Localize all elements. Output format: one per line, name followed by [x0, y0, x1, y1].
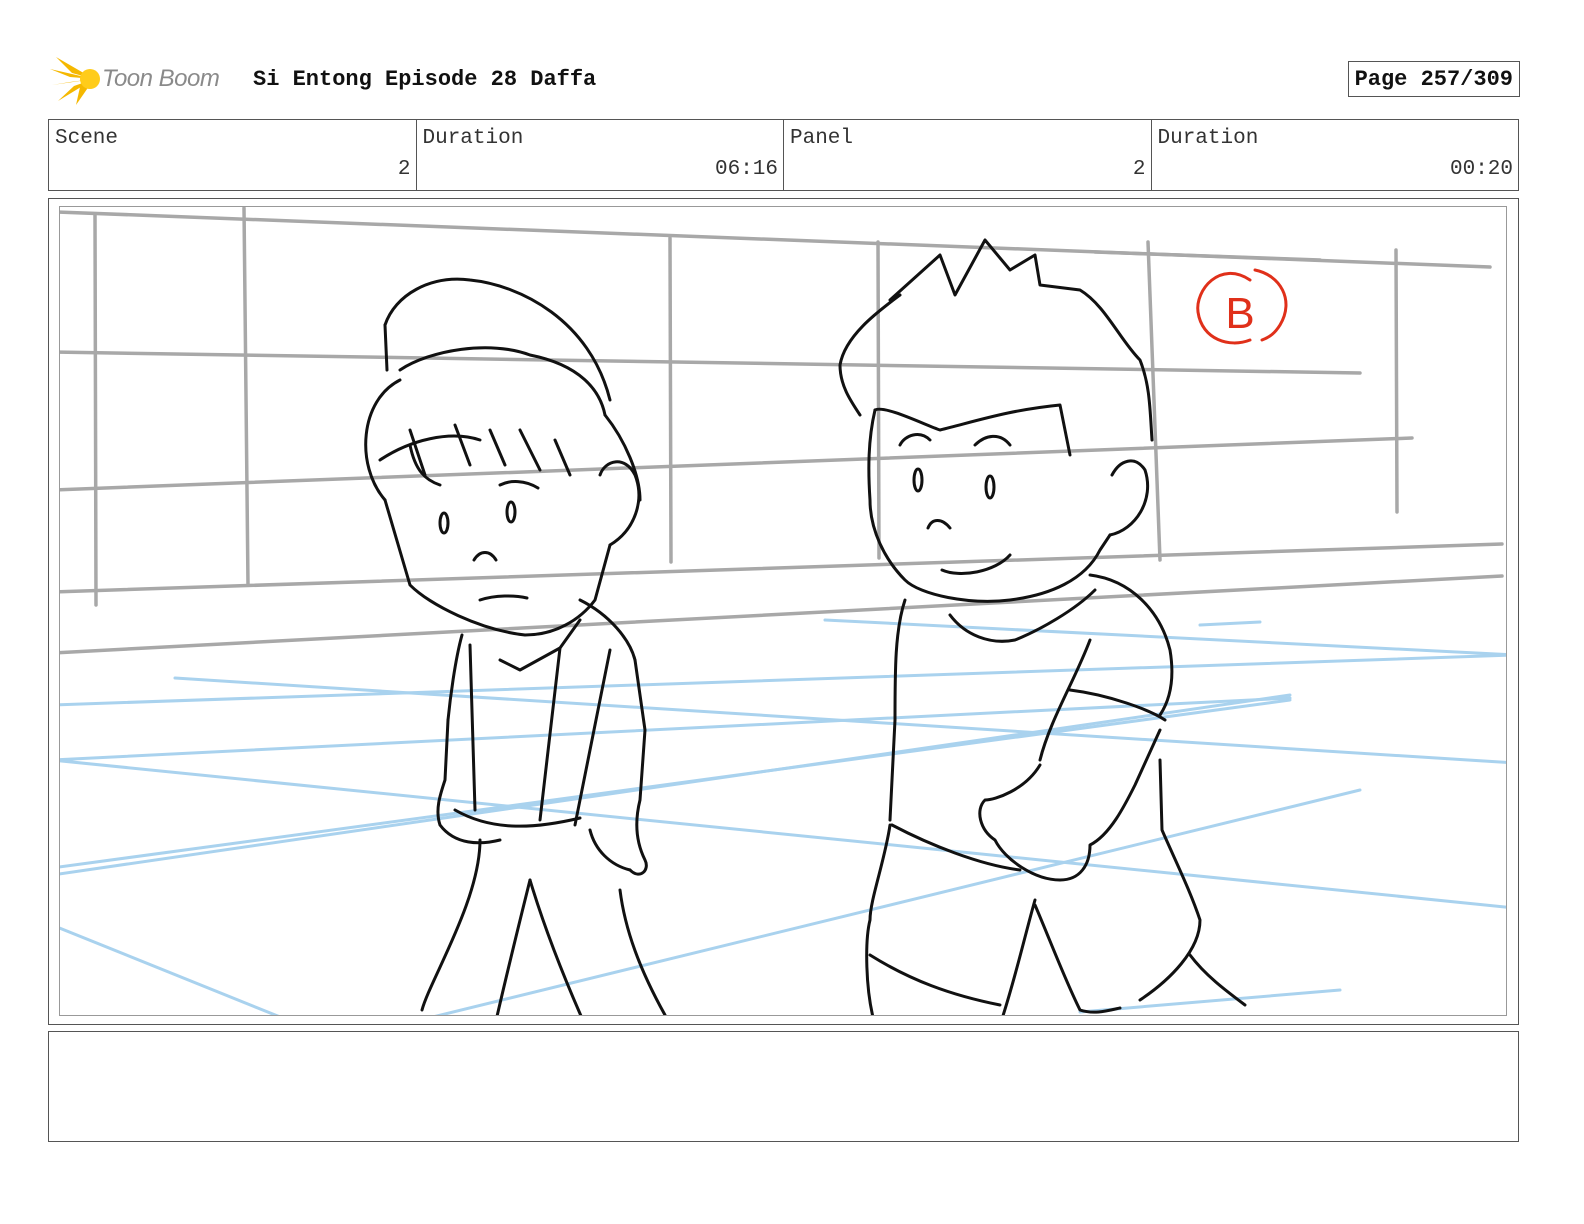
panel-frame: B: [48, 198, 1519, 1025]
panel-duration-value: 00:20: [1449, 158, 1513, 181]
scene-duration-label: Duration: [422, 127, 524, 150]
wall-grid: [60, 207, 1504, 655]
panel-drawing-area: B: [59, 206, 1507, 1016]
scene-label: Scene: [55, 127, 119, 150]
scene-info-table: Scene 2 Duration 06:16 Panel 2 Duration …: [48, 119, 1519, 191]
scene-duration-value: 06:16: [714, 158, 778, 181]
panel-label: Panel: [790, 127, 854, 150]
panel-duration-cell: Duration 00:20: [1152, 120, 1519, 190]
logo-text: Toon Boom: [102, 65, 220, 92]
left-character-sketch: [364, 277, 667, 1015]
scene-cell: Scene 2: [49, 120, 417, 190]
scene-value: 2: [397, 158, 411, 181]
page-indicator: Page 257/309: [1347, 61, 1520, 97]
marker-letter: B: [1225, 289, 1254, 338]
scene-duration-cell: Duration 06:16: [417, 120, 784, 190]
panel-value: 2: [1132, 158, 1146, 181]
right-character-sketch: [838, 238, 1247, 1015]
floor-lines: [60, 618, 1506, 1015]
panel-cell: Panel 2: [784, 120, 1152, 190]
storyboard-header: Toon Boom Si Entong Episode 28 Daffa Pag…: [50, 55, 1520, 107]
panel-notes-box[interactable]: [48, 1031, 1519, 1142]
panel-duration-label: Duration: [1157, 127, 1259, 150]
toon-boom-logo: Toon Boom: [50, 55, 240, 107]
logo-star-icon: [50, 57, 100, 105]
sketch-drawing: B: [60, 207, 1506, 1015]
storyboard-title: Si Entong Episode 28 Daffa: [253, 67, 597, 92]
